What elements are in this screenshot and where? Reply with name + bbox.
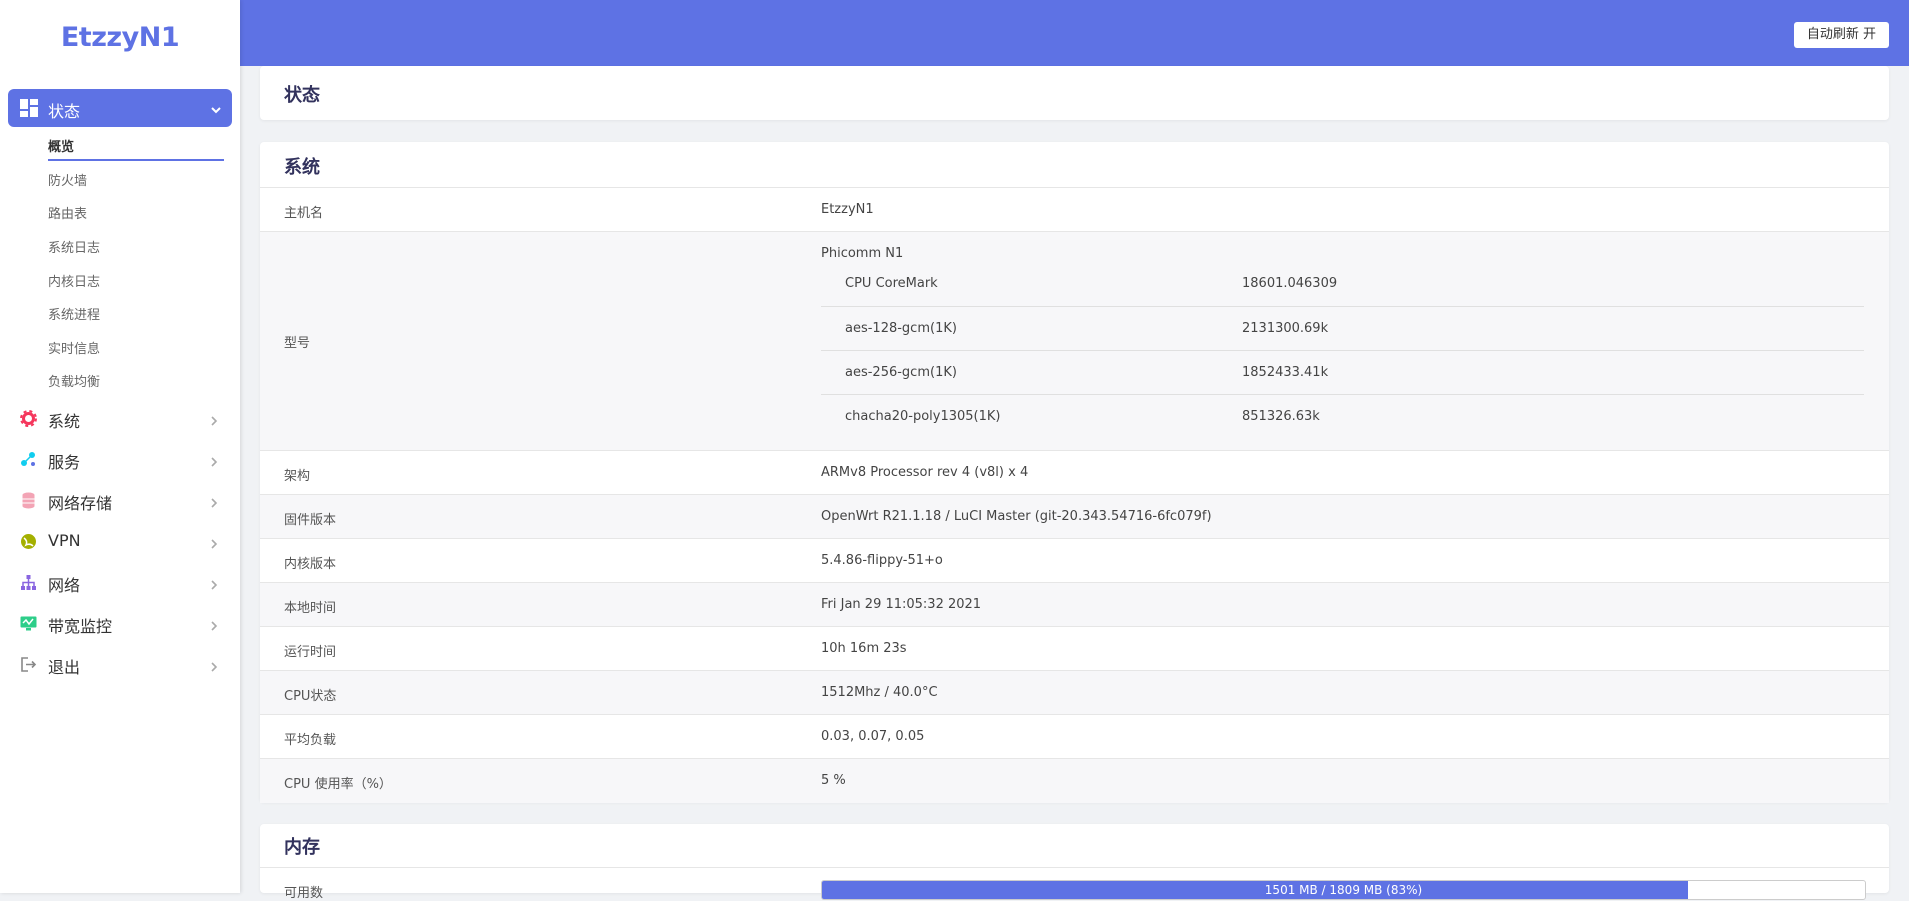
submenu-syslog[interactable]: 系统日志 [48, 237, 100, 256]
info-row-load: 平均负载 0.03, 0.07, 0.05 [260, 714, 1889, 759]
benchmark-value: 18601.046309 [1242, 276, 1338, 291]
globe-icon [20, 533, 37, 550]
menu-item-label: 状态 [48, 102, 81, 121]
row-value: ARMv8 Processor rev 4 (v8l) x 4 [821, 465, 1029, 480]
section-title-system: 系统 [284, 157, 320, 178]
menu-item-label: 网络 [48, 576, 81, 595]
submenu-routes[interactable]: 路由表 [48, 203, 87, 222]
benchmark-row: chacha20-poly1305(1K) 851326.63k [821, 395, 1864, 439]
menu-item-status[interactable]: 状态 [8, 89, 232, 127]
database-icon [20, 492, 37, 509]
sidebar: EtzzyN1 状态 概览 防火墙 路由表 系统日志 内核日志 系统进程 实时信… [0, 0, 240, 893]
info-row-hostname: 主机名 EtzzyN1 [260, 187, 1889, 232]
sitemap-icon [20, 574, 37, 591]
chevron-right-icon [210, 617, 218, 636]
benchmark-name: chacha20-poly1305(1K) [845, 409, 1001, 424]
row-value: EtzzyN1 [821, 202, 874, 217]
brand-logo[interactable]: EtzzyN1 [0, 22, 240, 53]
menu-item-network[interactable]: 网络 [0, 567, 240, 597]
row-value: 5 % [821, 773, 846, 788]
page-title: 状态 [284, 85, 320, 106]
chevron-right-icon [210, 535, 218, 554]
benchmark-row: aes-128-gcm(1K) 2131300.69k [821, 307, 1864, 351]
menu-item-logout[interactable]: 退出 [0, 649, 240, 679]
benchmark-name: CPU CoreMark [845, 276, 938, 291]
menu-item-bandwidth[interactable]: 带宽监控 [0, 608, 240, 638]
menu-item-system[interactable]: 系统 [0, 403, 240, 433]
menu-item-label: 网络存储 [48, 494, 113, 513]
active-underline [48, 159, 224, 161]
info-row-kernel: 内核版本 5.4.86-flippy-51+o [260, 538, 1889, 583]
info-row-arch: 架构 ARMv8 Processor rev 4 (v8l) x 4 [260, 450, 1889, 495]
menu-item-label: VPN [48, 531, 81, 550]
row-label: 本地时间 [284, 601, 337, 616]
info-row-localtime: 本地时间 Fri Jan 29 11:05:32 2021 [260, 582, 1889, 627]
chevron-right-icon [210, 494, 218, 513]
benchmark-row: CPU CoreMark 18601.046309 [821, 267, 1864, 311]
row-label: 型号 [284, 336, 311, 351]
row-value: 1512Mhz / 40.0°C [821, 685, 938, 700]
chevron-right-icon [210, 453, 218, 472]
row-label: 可用数 [284, 886, 324, 901]
gear-icon [20, 410, 37, 427]
menu-item-label: 系统 [48, 412, 81, 431]
logout-icon [20, 656, 37, 673]
chevron-right-icon [210, 412, 218, 431]
chevron-down-icon [210, 101, 222, 120]
menu-item-label: 服务 [48, 453, 81, 472]
monitor-icon [20, 615, 37, 632]
info-row-cpu-status: CPU状态 1512Mhz / 40.0°C [260, 670, 1889, 715]
menu-item-label: 带宽监控 [48, 617, 113, 636]
benchmark-row: aes-256-gcm(1K) 1852433.41k [821, 351, 1864, 395]
submenu-overview[interactable]: 概览 [48, 136, 74, 155]
submenu-kernel-log[interactable]: 内核日志 [48, 271, 100, 290]
system-card: 系统 主机名 EtzzyN1 型号 Phicomm N1 CPU CoreMar… [260, 142, 1889, 803]
row-label: 固件版本 [284, 513, 337, 528]
chevron-right-icon [210, 576, 218, 595]
submenu-firewall[interactable]: 防火墙 [48, 170, 87, 189]
benchmark-name: aes-256-gcm(1K) [845, 365, 957, 380]
row-label: CPU状态 [284, 689, 337, 704]
top-header: 自动刷新 开 [240, 0, 1909, 66]
benchmark-value: 2131300.69k [1242, 321, 1329, 336]
row-value: 10h 16m 23s [821, 641, 907, 656]
row-value: OpenWrt R21.1.18 / LuCI Master (git-20.3… [821, 509, 1212, 524]
row-label: 平均负载 [284, 733, 337, 748]
row-label: CPU 使用率（%） [284, 777, 392, 792]
section-title-memory: 内存 [284, 837, 320, 858]
benchmark-value: 851326.63k [1242, 409, 1320, 424]
memory-progress-bar: 1501 MB / 1809 MB (83%) [821, 880, 1866, 900]
menu-item-storage[interactable]: 网络存储 [0, 485, 240, 515]
row-value: Phicomm N1 [821, 246, 904, 261]
progress-text: 1501 MB / 1809 MB (83%) [1264, 883, 1423, 897]
row-label: 主机名 [284, 206, 324, 221]
dashboard-icon [20, 99, 38, 121]
row-value: 5.4.86-flippy-51+o [821, 553, 943, 568]
info-row-cpu-usage: CPU 使用率（%） 5 % [260, 758, 1889, 803]
info-row-uptime: 运行时间 10h 16m 23s [260, 626, 1889, 671]
info-row-firmware: 固件版本 OpenWrt R21.1.18 / LuCI Master (git… [260, 494, 1889, 539]
network-nodes-icon [20, 451, 37, 468]
row-label: 运行时间 [284, 645, 337, 660]
benchmark-value: 1852433.41k [1242, 365, 1329, 380]
benchmark-name: aes-128-gcm(1K) [845, 321, 957, 336]
row-value: Fri Jan 29 11:05:32 2021 [821, 597, 982, 612]
chevron-right-icon [210, 658, 218, 677]
menu-item-label: 退出 [48, 658, 81, 677]
row-label: 内核版本 [284, 557, 337, 572]
row-value: 0.03, 0.07, 0.05 [821, 729, 925, 744]
menu-item-vpn[interactable]: VPN [0, 526, 240, 556]
submenu-realtime[interactable]: 实时信息 [48, 338, 100, 357]
auto-refresh-toggle[interactable]: 自动刷新 开 [1793, 22, 1889, 48]
menu-item-services[interactable]: 服务 [0, 444, 240, 474]
submenu-load-balance[interactable]: 负载均衡 [48, 371, 100, 390]
row-label: 架构 [284, 469, 311, 484]
submenu-processes[interactable]: 系统进程 [48, 304, 100, 323]
status-title-card: 状态 [260, 66, 1889, 120]
